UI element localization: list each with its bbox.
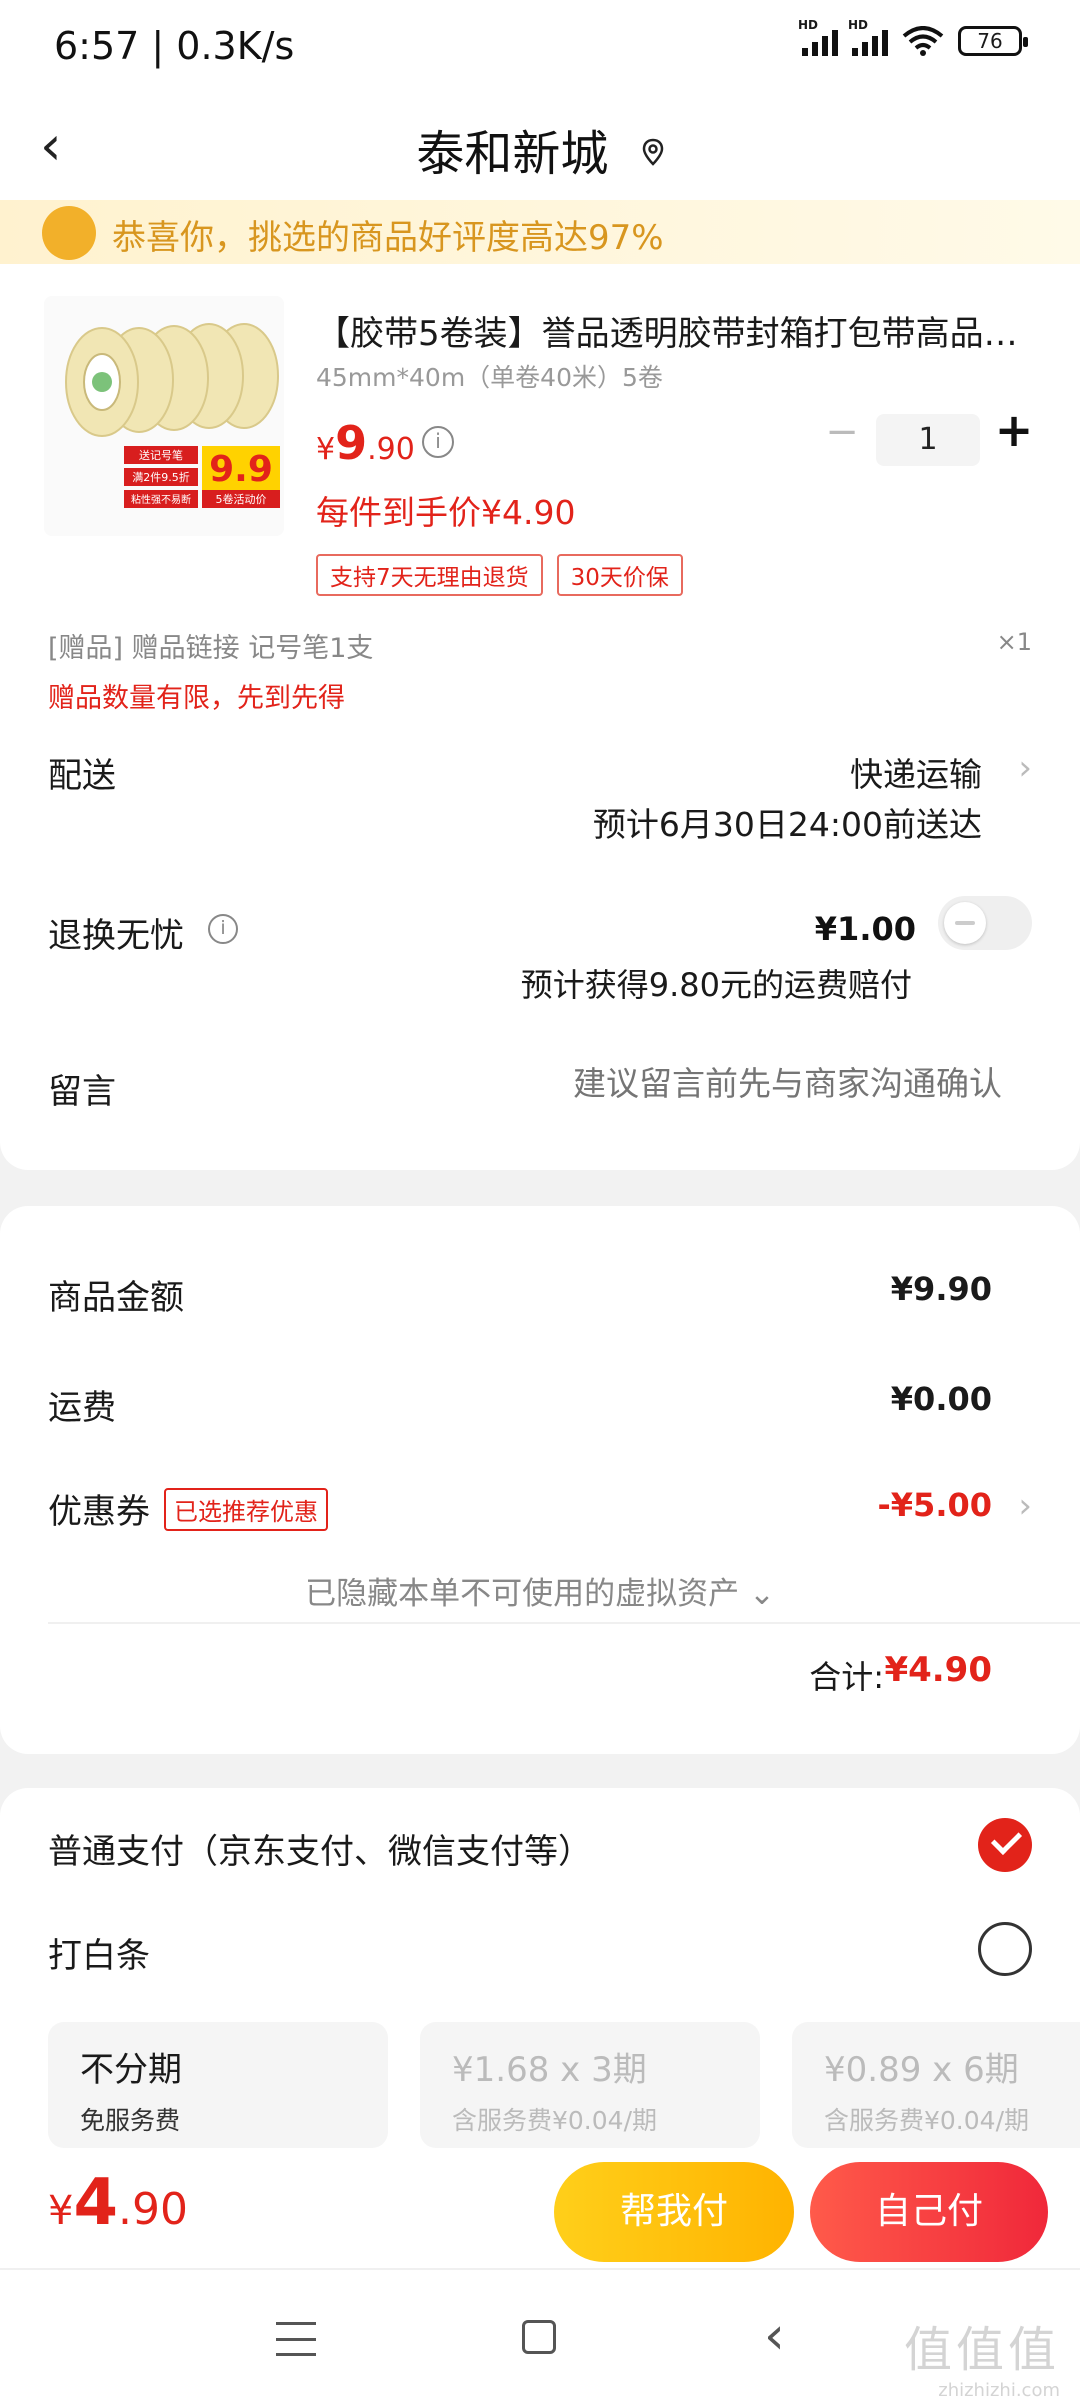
- quantity-field[interactable]: 1: [876, 414, 980, 466]
- quantity-increase-button[interactable]: +: [992, 407, 1036, 454]
- gift-note: 赠品数量有限，先到先得: [48, 683, 345, 714]
- product-image[interactable]: 送记号笔 满2件9.5折 粘性强不易断 9.9 5卷活动价: [44, 296, 284, 536]
- baitiao-label[interactable]: 打白条: [48, 1928, 150, 1977]
- return-info-icon[interactable]: i: [208, 914, 238, 944]
- battery-level: 76: [977, 29, 1003, 53]
- plan-subtitle: 含服务费¥0.04/期: [824, 2106, 1029, 2135]
- tape-rolls-illustration: 送记号笔 满2件9.5折 粘性强不易断 9.9 5卷活动价: [44, 296, 284, 536]
- payment-method-card: 普通支付（京东支付、微信支付等） 打白条 不分期 免服务费 ¥1.68 x 3期…: [0, 1788, 1080, 2148]
- friend-pay-button[interactable]: 帮我付: [554, 2162, 794, 2262]
- plan-6-installments[interactable]: ¥0.89 x 6期 含服务费¥0.04/期: [792, 2022, 1080, 2148]
- normal-pay-radio-checked[interactable]: [978, 1818, 1032, 1872]
- coupon-value[interactable]: -¥5.00: [878, 1486, 993, 1524]
- shipping-fee-label: 运费: [48, 1388, 116, 1428]
- amount-decimal: .90: [117, 2184, 188, 2235]
- shipping-fee-value: ¥0.00: [890, 1380, 992, 1418]
- wifi-icon: [902, 26, 944, 56]
- menu-icon[interactable]: [276, 2322, 316, 2356]
- tag-7day-return: 支持7天无理由退货: [316, 554, 543, 596]
- product-spec: 45mm*40m（单卷40米）5卷: [316, 363, 663, 392]
- status-time: 6:57 | 0.3K/s: [54, 24, 295, 68]
- normal-pay-label[interactable]: 普通支付（京东支付、微信支付等）: [48, 1824, 592, 1873]
- total-label: 合计:: [809, 1658, 884, 1696]
- product-name[interactable]: 【胶带5卷装】誉品透明胶带封箱打包带高品…: [316, 306, 1026, 355]
- tag-price-protect: 30天价保: [556, 554, 683, 596]
- message-label: 留言: [48, 1072, 116, 1112]
- delivery-method[interactable]: 快递运输: [850, 748, 982, 796]
- gift-line: [赠品] 赠品链接 记号笔1支: [48, 633, 374, 664]
- currency-symbol: ¥: [48, 2188, 74, 2234]
- price-info-icon[interactable]: i: [422, 426, 454, 458]
- message-input[interactable]: [442, 1064, 1002, 1103]
- plan-subtitle: 免服务费: [80, 2106, 181, 2135]
- image-badge-caption: 5卷活动价: [216, 492, 267, 506]
- price-integer: 9: [335, 416, 368, 470]
- quantity-decrease-button[interactable]: −: [822, 412, 862, 454]
- plan-subtitle: 含服务费¥0.04/期: [452, 2106, 657, 2135]
- battery-icon: 76: [958, 26, 1028, 56]
- goods-amount-label: 商品金额: [48, 1278, 184, 1318]
- price-decimal: .90: [367, 432, 415, 467]
- watermark-text: 值值值: [903, 2322, 1060, 2378]
- image-label-pen: 送记号笔: [139, 448, 183, 462]
- hidden-assets-text: 已隐藏本单不可使用的虚拟资产: [305, 1576, 740, 1612]
- back-icon[interactable]: ‹: [764, 2306, 785, 2366]
- plan-title: 不分期: [80, 2050, 182, 2090]
- baitiao-radio[interactable]: [978, 1922, 1032, 1976]
- home-icon[interactable]: [522, 2320, 556, 2354]
- signal-icon: HD: [848, 18, 888, 56]
- delivery-label: 配送: [48, 756, 116, 796]
- hidden-assets-toggle[interactable]: 已隐藏本单不可使用的虚拟资产 ⌄: [0, 1568, 1080, 1613]
- toggle-knob: [944, 902, 986, 944]
- page-title: 泰和新城: [416, 126, 609, 182]
- return-service-price: ¥1.00: [814, 910, 916, 948]
- image-label-sticky: 粘性强不易断: [131, 493, 191, 506]
- return-service-toggle[interactable]: [938, 896, 1032, 950]
- chevron-right-icon[interactable]: ›: [1018, 1486, 1032, 1526]
- chevron-right-icon[interactable]: ›: [1018, 748, 1032, 788]
- page-title-wrap[interactable]: 泰和新城: [0, 114, 1080, 184]
- goods-amount-value: ¥9.90: [890, 1270, 992, 1308]
- rating-banner: 恭喜你，挑选的商品好评度高达97%: [0, 200, 1080, 264]
- image-badge-price: 9.9: [209, 449, 273, 490]
- order-item-card: 送记号笔 满2件9.5折 粘性强不易断 9.9 5卷活动价 【胶带5卷装】誉品透…: [0, 264, 1080, 1170]
- payable-amount: ¥4.90: [48, 2166, 188, 2240]
- self-pay-button[interactable]: 自己付: [810, 2162, 1048, 2262]
- image-label-discount: 满2件9.5折: [132, 470, 190, 484]
- system-nav-bar: ‹ 值值值 zhizhizhi.com: [0, 2268, 1080, 2400]
- coupon-label: 优惠券: [48, 1492, 150, 1532]
- amount-integer: 4: [73, 2166, 118, 2240]
- status-icons: HD HD 76: [798, 18, 1028, 56]
- return-service-label: 退换无忧: [48, 916, 184, 956]
- chevron-down-icon: ⌄: [748, 1576, 775, 1612]
- total-value: ¥4.90: [884, 1650, 992, 1690]
- gift-quantity: ×1: [996, 628, 1032, 656]
- product-price: ¥9.90: [316, 416, 415, 470]
- service-tags: 支持7天无理由退货 30天价保: [316, 554, 683, 596]
- plan-3-installments[interactable]: ¥1.68 x 3期 含服务费¥0.04/期: [420, 2022, 760, 2148]
- signal-icon: HD: [798, 18, 838, 56]
- title-bar: ‹ 泰和新城: [0, 92, 1080, 200]
- coupon-recommended-tag: 已选推荐优惠: [164, 1488, 328, 1531]
- return-service-note: 预计获得9.80元的运费赔付: [520, 966, 912, 1004]
- thumbs-up-icon: [42, 206, 96, 260]
- final-unit-price: 每件到手价¥4.90: [316, 493, 576, 532]
- watermark-logo: 值值值 zhizhizhi.com: [904, 2310, 1060, 2400]
- checkout-bar: ¥4.90 帮我付 自己付: [0, 2148, 1080, 2268]
- banner-text: 恭喜你，挑选的商品好评度高达97%: [112, 218, 664, 258]
- price-summary-card: 商品金额 ¥9.90 运费 ¥0.00 优惠券 已选推荐优惠 -¥5.00 › …: [0, 1206, 1080, 1754]
- watermark-url: zhizhizhi.com: [938, 2380, 1060, 2400]
- plan-title: ¥0.89 x 6期: [824, 2050, 1019, 2090]
- plan-title: ¥1.68 x 3期: [452, 2050, 647, 2090]
- price-symbol: ¥: [316, 432, 336, 467]
- installment-plans: 不分期 免服务费 ¥1.68 x 3期 含服务费¥0.04/期 ¥0.89 x …: [48, 2022, 1080, 2148]
- divider: [48, 1622, 1080, 1624]
- delivery-eta: 预计6月30日24:00前送达: [592, 805, 982, 844]
- status-bar: 6:57 | 0.3K/s HD HD 76: [0, 0, 1080, 92]
- location-pin-icon: [642, 138, 663, 166]
- plan-no-installment[interactable]: 不分期 免服务费: [48, 2022, 388, 2148]
